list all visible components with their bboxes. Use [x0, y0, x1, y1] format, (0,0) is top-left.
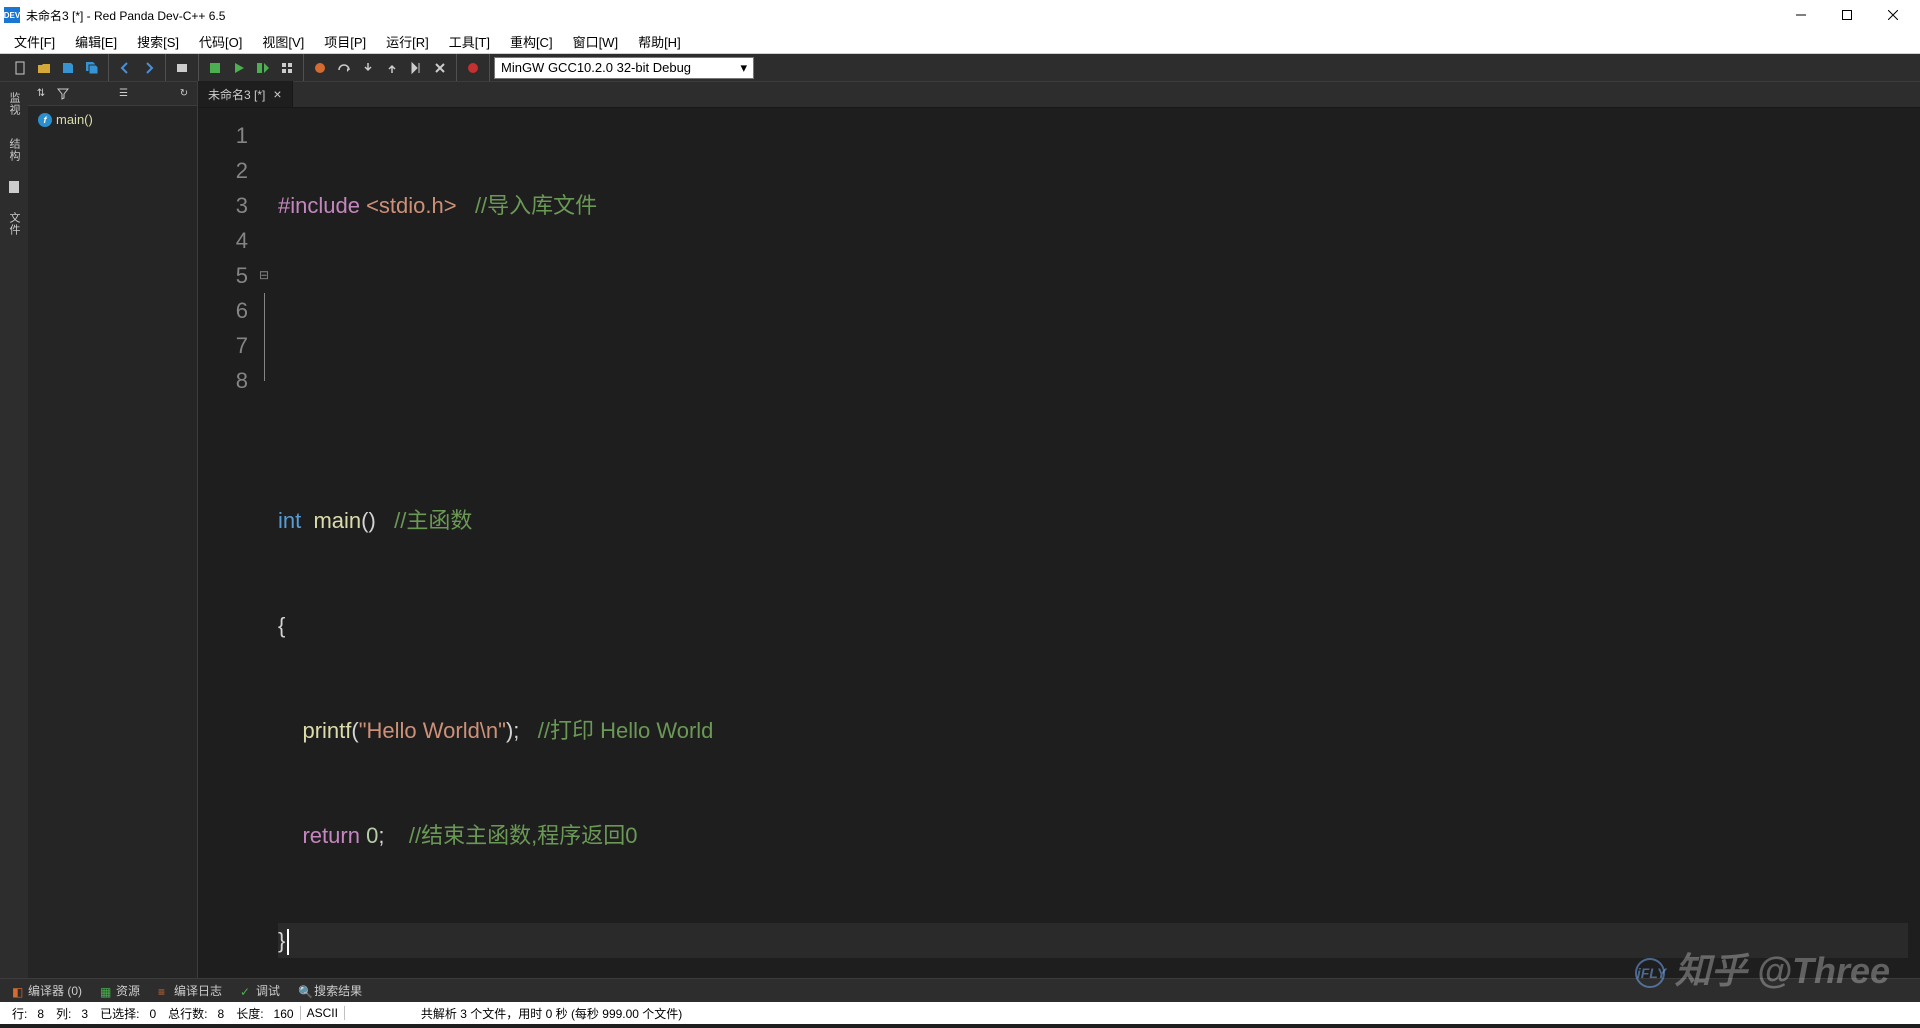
vtab-structure[interactable]: 结构	[4, 134, 24, 166]
fold-toggle-icon[interactable]: ⊟	[258, 258, 270, 293]
statusbar: 行: 8 列: 3 已选择: 0 总行数: 8 长度: 160 ASCII 共解…	[0, 1002, 1920, 1024]
save-icon[interactable]	[57, 57, 79, 79]
menubar: 文件[F] 编辑[E] 搜索[S] 代码[O] 视图[V] 项目[P] 运行[R…	[0, 30, 1920, 54]
step-over-icon[interactable]	[333, 57, 355, 79]
status-sel: 已选择: 0	[94, 1005, 162, 1022]
status-len: 长度: 160	[230, 1005, 299, 1022]
debug-icon[interactable]	[309, 57, 331, 79]
sort-icon[interactable]: ⇅	[32, 85, 50, 103]
code-editor[interactable]: 12345678 ⊟ #include <stdio.h> //导入库文件 in…	[198, 108, 1920, 1028]
compiler-select[interactable]: MinGW GCC10.2.0 32-bit Debug ▾	[494, 57, 754, 79]
fold-gutter: ⊟	[258, 108, 270, 1028]
minimize-button[interactable]	[1778, 0, 1824, 30]
step-into-icon[interactable]	[357, 57, 379, 79]
menu-view[interactable]: 视图[V]	[252, 30, 314, 53]
menu-search[interactable]: 搜索[S]	[127, 30, 189, 53]
status-encoding: ASCII	[301, 1006, 344, 1020]
status-row: 行: 8	[6, 1005, 50, 1022]
app-icon: DEV	[4, 7, 20, 23]
function-icon: f	[38, 113, 52, 127]
btab-search[interactable]: 🔍搜索结果	[290, 980, 370, 1001]
btab-compile-log[interactable]: ≡编译日志	[150, 980, 230, 1001]
tree-toggle-icon[interactable]: ☰	[115, 85, 133, 103]
menu-code[interactable]: 代码[O]	[189, 30, 252, 53]
menu-run[interactable]: 运行[R]	[376, 30, 439, 53]
vtab-watch[interactable]: 监视	[4, 88, 24, 120]
compile-run-icon[interactable]	[252, 57, 274, 79]
toggle-icon[interactable]	[171, 57, 193, 79]
window-title: 未命名3 [*] - Red Panda Dev-C++ 6.5	[26, 7, 225, 24]
bottom-tabs: ◧编译器 (0) ▦资源 ≡编译日志 ✓调试 🔍搜索结果	[0, 978, 1920, 1002]
compile-icon[interactable]	[204, 57, 226, 79]
rebuild-icon[interactable]	[276, 57, 298, 79]
continue-icon[interactable]	[405, 57, 427, 79]
menu-window[interactable]: 窗口[W]	[563, 30, 629, 53]
open-file-icon[interactable]	[33, 57, 55, 79]
new-file-icon[interactable]	[9, 57, 31, 79]
text-cursor	[287, 929, 289, 955]
forward-icon[interactable]	[138, 57, 160, 79]
menu-tools[interactable]: 工具[T]	[439, 30, 500, 53]
breakpoint-icon[interactable]	[462, 57, 484, 79]
chevron-down-icon: ▾	[740, 60, 747, 76]
debug-tab-icon: ✓	[240, 985, 252, 997]
back-icon[interactable]	[114, 57, 136, 79]
code-body[interactable]: #include <stdio.h> //导入库文件 int main() //…	[270, 108, 1920, 1028]
symbol-label: main()	[56, 112, 93, 127]
resources-icon: ▦	[100, 985, 112, 997]
file-tab[interactable]: 未命名3 [*] ×	[198, 81, 293, 107]
toolbar: MinGW GCC10.2.0 32-bit Debug ▾	[0, 54, 1920, 82]
stop-debug-icon[interactable]	[429, 57, 451, 79]
run-icon[interactable]	[228, 57, 250, 79]
search-icon: 🔍	[298, 985, 310, 997]
status-col: 列: 3	[50, 1005, 94, 1022]
titlebar: DEV 未命名3 [*] - Red Panda Dev-C++ 6.5	[0, 0, 1920, 30]
menu-refactor[interactable]: 重构[C]	[500, 30, 563, 53]
maximize-button[interactable]	[1824, 0, 1870, 30]
close-tab-icon[interactable]: ×	[273, 86, 281, 102]
status-total: 总行数: 8	[162, 1005, 230, 1022]
btab-resources[interactable]: ▦资源	[92, 980, 148, 1001]
btab-compiler[interactable]: ◧编译器 (0)	[4, 980, 90, 1001]
btab-debug[interactable]: ✓调试	[232, 980, 288, 1001]
structure-panel: ⇅ ☰ ↻ f main()	[28, 82, 198, 978]
status-parse: 共解析 3 个文件，用时 0 秒 (每秒 999.00 个文件)	[415, 1005, 688, 1022]
close-button[interactable]	[1870, 0, 1916, 30]
step-out-icon[interactable]	[381, 57, 403, 79]
compiler-icon: ◧	[12, 985, 24, 997]
file-icon	[7, 180, 21, 194]
filter-icon[interactable]	[54, 85, 72, 103]
vtab-files[interactable]: 文件	[4, 208, 24, 240]
log-icon: ≡	[158, 985, 170, 997]
menu-project[interactable]: 项目[P]	[314, 30, 376, 53]
menu-file[interactable]: 文件[F]	[4, 30, 65, 53]
editor-tabstrip: 未命名3 [*] ×	[198, 82, 1920, 108]
refresh-icon[interactable]: ↻	[175, 85, 193, 103]
line-gutter: 12345678	[198, 108, 258, 1028]
file-tab-label: 未命名3 [*]	[208, 86, 265, 103]
menu-help[interactable]: 帮助[H]	[628, 30, 691, 53]
symbol-main[interactable]: f main()	[34, 110, 191, 129]
menu-edit[interactable]: 编辑[E]	[65, 30, 127, 53]
save-all-icon[interactable]	[81, 57, 103, 79]
left-vertical-tabs: 监视 结构 文件	[0, 82, 28, 978]
